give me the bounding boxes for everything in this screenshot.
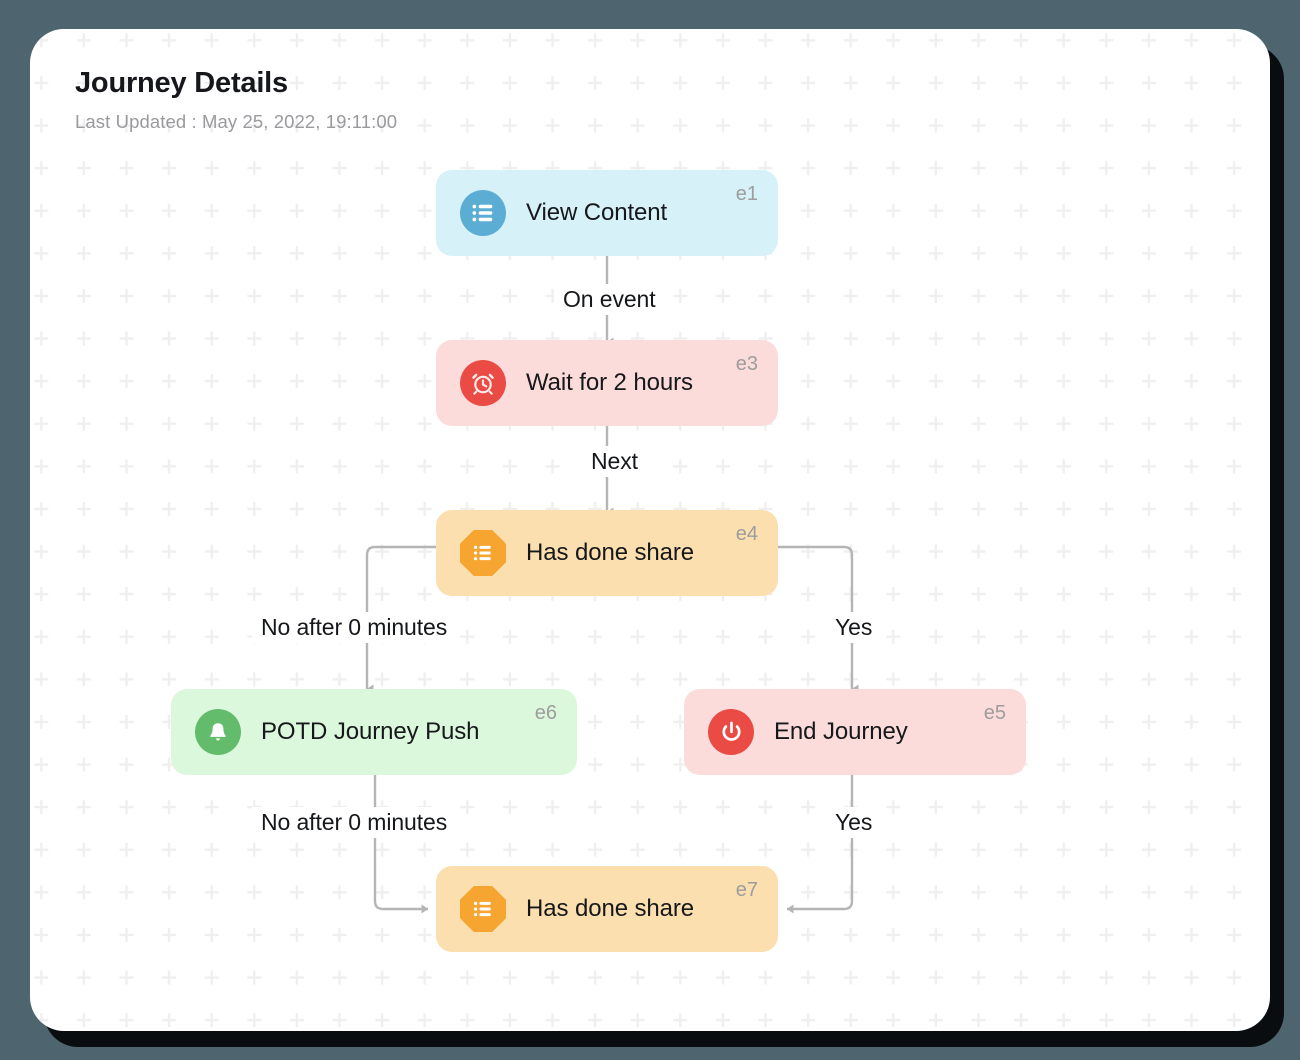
bell-icon [195, 709, 241, 755]
flow-node-badge: e7 [735, 879, 758, 901]
power-icon [708, 709, 754, 755]
edge-label-yes-lower: Yes [826, 807, 882, 838]
flow-node-e7[interactable]: Has done share e7 [436, 866, 778, 952]
flow-node-label: Wait for 2 hours [526, 369, 693, 396]
flow-node-badge: e4 [735, 523, 758, 545]
list-icon [460, 530, 506, 576]
flow-node-badge: e6 [534, 702, 557, 724]
edge-label-on-event: On event [554, 284, 665, 315]
edge-label-next: Next [582, 446, 647, 477]
flow-node-badge: e3 [735, 353, 758, 375]
list-icon [460, 886, 506, 932]
flow-node-label: Has done share [526, 539, 695, 566]
edge-e5-e7 [786, 775, 854, 914]
page-title: Journey Details [75, 67, 288, 99]
edge-e6-e7 [373, 775, 429, 914]
flow-node-e1[interactable]: View Content e1 [436, 170, 778, 256]
edge-label-no-after-0-minutes-upper: No after 0 minutes [252, 612, 457, 643]
flow-node-label: View Content [526, 199, 668, 226]
flow-node-label: End Journey [774, 718, 908, 745]
alarm-clock-icon [460, 360, 506, 406]
flow-node-label: POTD Journey Push [261, 718, 480, 745]
edge-label-yes-upper: Yes [826, 612, 882, 643]
flow-node-badge: e1 [735, 183, 758, 205]
flow-node-badge: e5 [983, 702, 1006, 724]
list-icon [460, 190, 506, 236]
flow-node-e4[interactable]: Has done share e4 [436, 510, 778, 596]
journey-details-card: Journey Details Last Updated : May 25, 2… [30, 29, 1270, 1031]
page-header: Journey Details Last Updated : May 25, 2… [75, 67, 397, 133]
flow-node-label: Has done share [526, 895, 695, 922]
last-updated-text: Last Updated : May 25, 2022, 19:11:00 [75, 111, 398, 132]
flow-node-e6[interactable]: POTD Journey Push e6 [171, 689, 577, 775]
edge-label-no-after-0-minutes-lower: No after 0 minutes [252, 807, 457, 838]
flow-node-e3[interactable]: Wait for 2 hours e3 [436, 340, 778, 426]
flow-node-e5[interactable]: End Journey e5 [684, 689, 1026, 775]
